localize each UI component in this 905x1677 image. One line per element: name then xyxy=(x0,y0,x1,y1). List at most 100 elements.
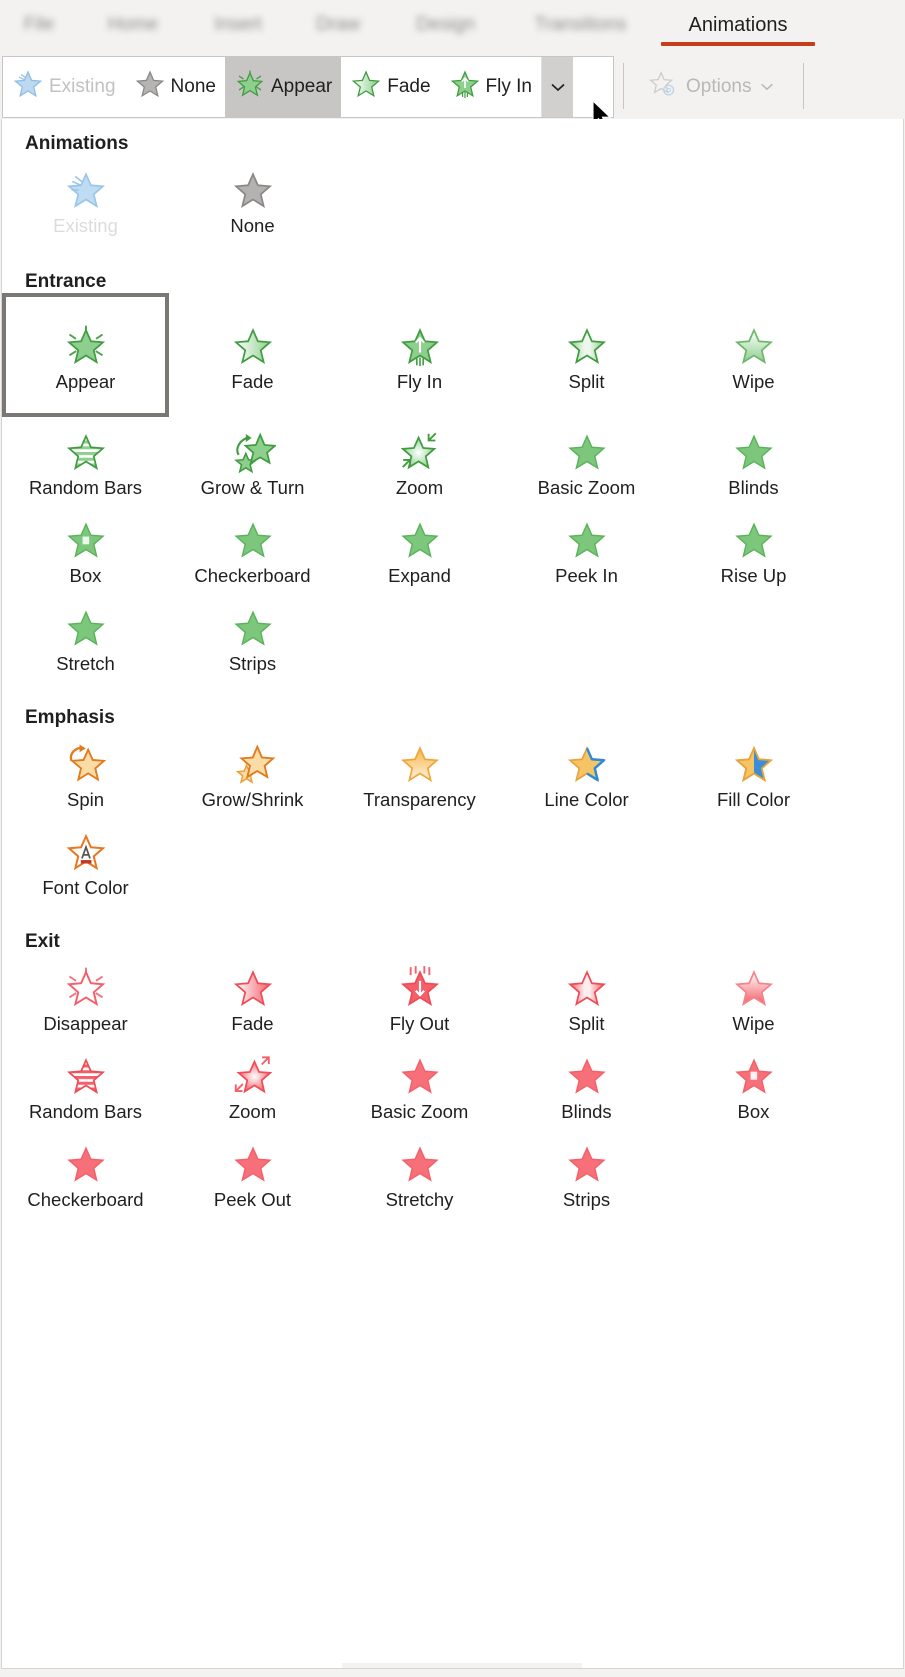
gallery-item-stretch[interactable]: Stretch xyxy=(2,593,169,681)
star-box-icon xyxy=(731,1053,777,1099)
gallery-item-exit-fade[interactable]: Fade xyxy=(169,953,336,1041)
ribbon-item-appear[interactable]: Appear xyxy=(224,57,342,117)
star-transparency-icon xyxy=(397,741,443,787)
star-gear-icon xyxy=(648,69,678,105)
tab-file[interactable]: File xyxy=(0,0,78,36)
gallery-item-strips[interactable]: Strips xyxy=(169,593,336,681)
gallery-item-exit-basic-zoom[interactable]: Basic Zoom xyxy=(336,1041,503,1129)
star-growturn-icon xyxy=(230,429,277,475)
star-fade-icon xyxy=(350,68,382,106)
gallery-item-label: Fade xyxy=(231,371,274,392)
star-solid-icon xyxy=(230,1141,276,1187)
gallery-item-wipe[interactable]: Wipe xyxy=(670,293,837,417)
animation-options-button[interactable]: Options xyxy=(636,56,787,118)
chevron-down-icon xyxy=(549,81,567,93)
star-appear-icon xyxy=(63,323,109,369)
tab-draw[interactable]: Draw xyxy=(288,0,388,36)
gallery-item-label: Appear xyxy=(55,371,116,392)
panel-bottom-scroll-track[interactable] xyxy=(342,1663,582,1668)
gallery-item-none[interactable]: None xyxy=(169,155,336,243)
gallery-item-split[interactable]: Split xyxy=(503,293,670,417)
tab-transitions[interactable]: Transitions xyxy=(503,0,658,36)
gallery-item-exit-blinds[interactable]: Blinds xyxy=(503,1041,670,1129)
gallery-item-expand[interactable]: Expand xyxy=(336,505,503,593)
gallery-item-label: Zoom xyxy=(228,1101,277,1122)
gallery-group-emphasis: Spin Grow/Shrink Transparency Line Color… xyxy=(2,729,903,905)
gallery-item-label: Box xyxy=(737,1101,770,1122)
gallery-item-line-color[interactable]: Line Color xyxy=(503,729,670,817)
gallery-item-label: Wipe xyxy=(732,371,775,392)
gallery-item-label: Strips xyxy=(228,653,277,674)
gallery-item-label: Peek In xyxy=(555,565,618,586)
gallery-item-exit-checkerboard[interactable]: Checkerboard xyxy=(2,1129,169,1217)
star-randombars-icon xyxy=(63,1053,109,1099)
gallery-item-random-bars[interactable]: Random Bars xyxy=(2,417,169,505)
gallery-item-peek-out[interactable]: Peek Out xyxy=(169,1129,336,1217)
gallery-item-exit-split[interactable]: Split xyxy=(503,953,670,1041)
star-split-icon xyxy=(564,965,610,1011)
tab-animations[interactable]: Animations xyxy=(658,0,818,46)
tab-design[interactable]: Design xyxy=(388,0,503,36)
star-fillcolor-icon xyxy=(731,741,777,787)
gallery-item-grow-and-turn[interactable]: Grow & Turn xyxy=(169,417,336,505)
gallery-item-spin[interactable]: Spin xyxy=(2,729,169,817)
gallery-item-label: Peek Out xyxy=(213,1189,292,1210)
gallery-item-label: Stretch xyxy=(56,653,115,674)
star-zoom-icon xyxy=(397,429,443,475)
gallery-item-label: Random Bars xyxy=(28,1101,143,1122)
star-existing-icon xyxy=(63,167,109,213)
ribbon-item-flyin-label: Fly In xyxy=(485,76,532,97)
ribbon-item-fade[interactable]: Fade xyxy=(341,57,439,117)
gallery-item-peek-in[interactable]: Peek In xyxy=(503,505,670,593)
gallery-more-button[interactable] xyxy=(541,57,573,117)
gallery-item-font-color[interactable]: Font Color xyxy=(2,817,169,905)
gallery-item-label: Grow & Turn xyxy=(200,477,305,498)
star-solid-icon xyxy=(564,429,610,475)
tab-home[interactable]: Home xyxy=(78,0,188,36)
gallery-item-label: Wipe xyxy=(732,1013,775,1034)
gallery-item-label: Rise Up xyxy=(720,565,787,586)
gallery-item-fly-in[interactable]: Fly In xyxy=(336,293,503,417)
gallery-item-exit-random-bars[interactable]: Random Bars xyxy=(2,1041,169,1129)
gallery-group-entrance: Appear Fade Fly In Split Wipe Random Bar… xyxy=(2,293,903,681)
star-wipe-icon xyxy=(731,965,777,1011)
gallery-item-stretchy[interactable]: Stretchy xyxy=(336,1129,503,1217)
gallery-item-blinds[interactable]: Blinds xyxy=(670,417,837,505)
star-randombars-icon xyxy=(63,429,109,475)
gallery-item-exit-zoom[interactable]: Zoom xyxy=(169,1041,336,1129)
star-wipe-icon xyxy=(731,323,777,369)
gallery-item-transparency[interactable]: Transparency xyxy=(336,729,503,817)
gallery-item-exit-wipe[interactable]: Wipe xyxy=(670,953,837,1041)
gallery-item-fly-out[interactable]: Fly Out xyxy=(336,953,503,1041)
ribbon-tab-strip: File Home Insert Draw Design Transitions… xyxy=(0,0,905,52)
gallery-item-box[interactable]: Box xyxy=(2,505,169,593)
gallery-item-exit-box[interactable]: Box xyxy=(670,1041,837,1129)
gallery-item-grow-shrink[interactable]: Grow/Shrink xyxy=(169,729,336,817)
gallery-item-label: Expand xyxy=(388,565,451,586)
gallery-item-label: Fly Out xyxy=(389,1013,450,1034)
gallery-item-appear[interactable]: Appear xyxy=(2,293,169,417)
gallery-item-label: Basic Zoom xyxy=(370,1101,469,1122)
gallery-item-label: Stretchy xyxy=(385,1189,454,1210)
gallery-item-existing[interactable]: Existing xyxy=(2,155,169,243)
gallery-item-label: Strips xyxy=(562,1189,611,1210)
gallery-item-checkerboard[interactable]: Checkerboard xyxy=(169,505,336,593)
star-solid-icon xyxy=(564,517,610,563)
ribbon-item-existing[interactable]: Existing xyxy=(3,57,125,117)
gallery-item-fade[interactable]: Fade xyxy=(169,293,336,417)
gallery-item-fill-color[interactable]: Fill Color xyxy=(670,729,837,817)
tab-insert[interactable]: Insert xyxy=(188,0,288,36)
ribbon-item-none[interactable]: None xyxy=(125,57,225,117)
gallery-item-label: Fly In xyxy=(396,371,443,392)
star-solid-icon xyxy=(397,1141,443,1187)
gallery-item-zoom[interactable]: Zoom xyxy=(336,417,503,505)
star-fontcolor-icon xyxy=(63,829,109,875)
gallery-item-basic-zoom[interactable]: Basic Zoom xyxy=(503,417,670,505)
gallery-item-rise-up[interactable]: Rise Up xyxy=(670,505,837,593)
gallery-item-disappear[interactable]: Disappear xyxy=(2,953,169,1041)
gallery-item-label: Split xyxy=(568,1013,605,1034)
star-solid-icon xyxy=(731,517,777,563)
gallery-item-label: Random Bars xyxy=(28,477,143,498)
ribbon-item-flyin[interactable]: Fly In xyxy=(440,57,541,117)
gallery-item-exit-strips[interactable]: Strips xyxy=(503,1129,670,1217)
